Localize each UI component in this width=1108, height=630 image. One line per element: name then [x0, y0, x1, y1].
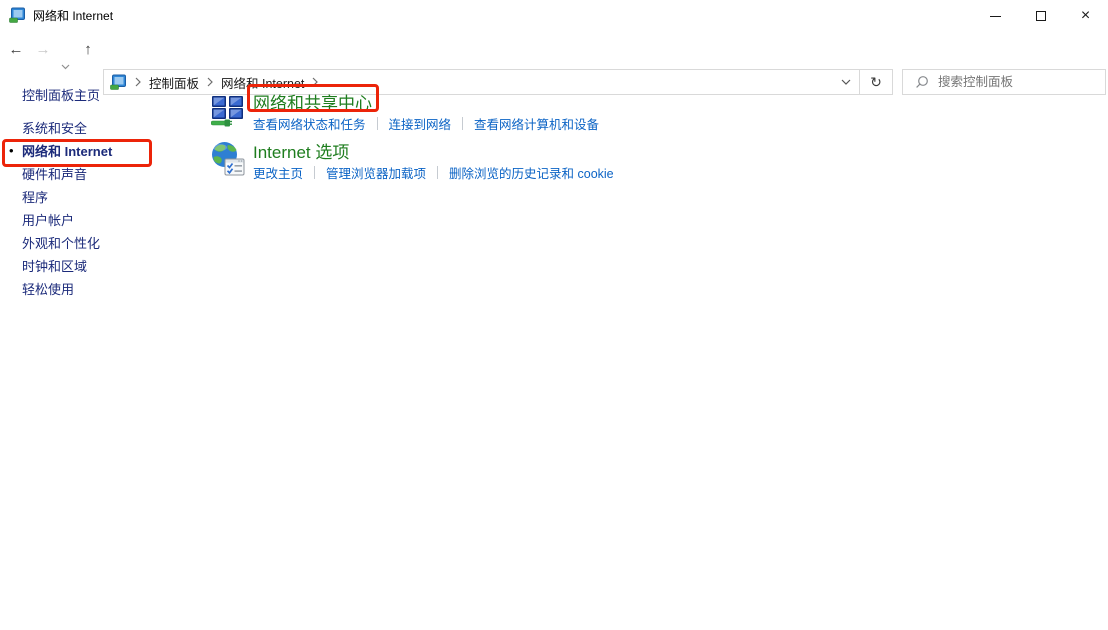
network-sharing-center-links: 查看网络状态和任务 连接到网络 查看网络计算机和设备 [253, 114, 599, 133]
up-button[interactable]: ↑ [76, 32, 100, 68]
chevron-down-icon [841, 79, 851, 85]
internet-options-links: 更改主页 管理浏览器加载项 删除浏览的历史记录和 cookie [253, 163, 614, 182]
sidebar-item-label: 控制面板主页 [22, 88, 101, 103]
sidebar-item-label: 程序 [22, 190, 49, 205]
search-input[interactable] [938, 75, 1105, 89]
link-separator [314, 166, 316, 179]
sidebar-item-user-accounts[interactable]: 用户帐户 [0, 208, 205, 231]
sidebar-item-label: 外观和个性化 [22, 236, 101, 251]
minimize-icon [990, 15, 1001, 17]
sidebar-item-label: 硬件和声音 [22, 167, 88, 182]
sidebar-item-appearance-personalization[interactable]: 外观和个性化 [0, 231, 205, 254]
sidebar-item-label: 系统和安全 [22, 121, 88, 136]
network-sharing-center-title[interactable]: 网络和共享中心 [253, 89, 372, 114]
sidebar-item-label: 用户帐户 [22, 213, 75, 228]
maximize-icon [1035, 11, 1046, 21]
titlebar: 网络和 Internet × [0, 0, 1108, 32]
task-link-delete-history-cookies[interactable]: 删除浏览的历史记录和 cookie [449, 163, 614, 182]
up-icon: ↑ [84, 41, 92, 58]
bullet-icon: • [9, 142, 14, 158]
sidebar-item-control-panel-home[interactable]: 控制面板主页 [0, 83, 205, 106]
search-box[interactable] [902, 69, 1106, 95]
sidebar-item-system-security[interactable]: 系统和安全 [0, 116, 205, 139]
address-dropdown-button[interactable] [833, 70, 859, 94]
internet-options-title[interactable]: Internet 选项 [253, 138, 349, 163]
window-controls: × [973, 0, 1108, 32]
close-button[interactable]: × [1063, 0, 1108, 32]
sidebar: 控制面板主页 系统和安全 • 网络和 Internet 硬件和声音 程序 用户帐… [0, 68, 205, 300]
link-separator [437, 166, 439, 179]
maximize-button[interactable] [1018, 0, 1063, 32]
link-separator [376, 117, 378, 130]
network-sharing-center-icon[interactable] [211, 94, 244, 127]
sidebar-item-label: 网络和 Internet [22, 144, 113, 159]
sidebar-item-hardware-sound[interactable]: 硬件和声音 [0, 162, 205, 185]
forward-icon: → [35, 41, 51, 58]
recent-locations-button[interactable] [57, 32, 73, 70]
refresh-button[interactable]: ↻ [859, 70, 892, 94]
minimize-button[interactable] [973, 0, 1018, 32]
task-link-view-network-computers[interactable]: 查看网络计算机和设备 [474, 114, 599, 133]
forward-button[interactable]: → [31, 32, 55, 68]
back-icon: ← [8, 41, 24, 58]
link-separator [462, 117, 464, 130]
task-link-view-network-status[interactable]: 查看网络状态和任务 [253, 114, 366, 133]
sidebar-item-programs[interactable]: 程序 [0, 185, 205, 208]
sidebar-item-network-internet[interactable]: • 网络和 Internet [0, 139, 205, 162]
search-icon [915, 75, 929, 89]
control-panel-icon [9, 7, 25, 23]
navigation-bar: ← → ↑ 控制面板 网络和 Internet ↻ 搜索控制面板 [0, 32, 1108, 95]
task-link-manage-browser-addons[interactable]: 管理浏览器加载项 [326, 163, 426, 182]
sidebar-item-label: 轻松使用 [22, 282, 75, 297]
window-title: 网络和 Internet [33, 9, 114, 23]
sidebar-item-ease-of-access[interactable]: 轻松使用 [0, 277, 205, 300]
control-panel-window: 网络和 Internet × ← → ↑ 控制面板 网络和 Internet ↻… [0, 0, 1108, 630]
internet-options-icon[interactable] [211, 141, 245, 176]
sidebar-item-label: 时钟和区域 [22, 259, 88, 274]
refresh-icon: ↻ [870, 73, 882, 90]
sidebar-item-clock-region[interactable]: 时钟和区域 [0, 254, 205, 277]
back-button[interactable]: ← [4, 32, 28, 68]
task-link-change-homepage[interactable]: 更改主页 [253, 163, 303, 182]
task-link-connect-to-network[interactable]: 连接到网络 [389, 114, 452, 133]
close-icon: × [1080, 7, 1091, 24]
address-bar[interactable]: 控制面板 网络和 Internet ↻ [103, 69, 893, 95]
chevron-right-icon [312, 77, 319, 87]
chevron-right-icon [207, 77, 213, 87]
